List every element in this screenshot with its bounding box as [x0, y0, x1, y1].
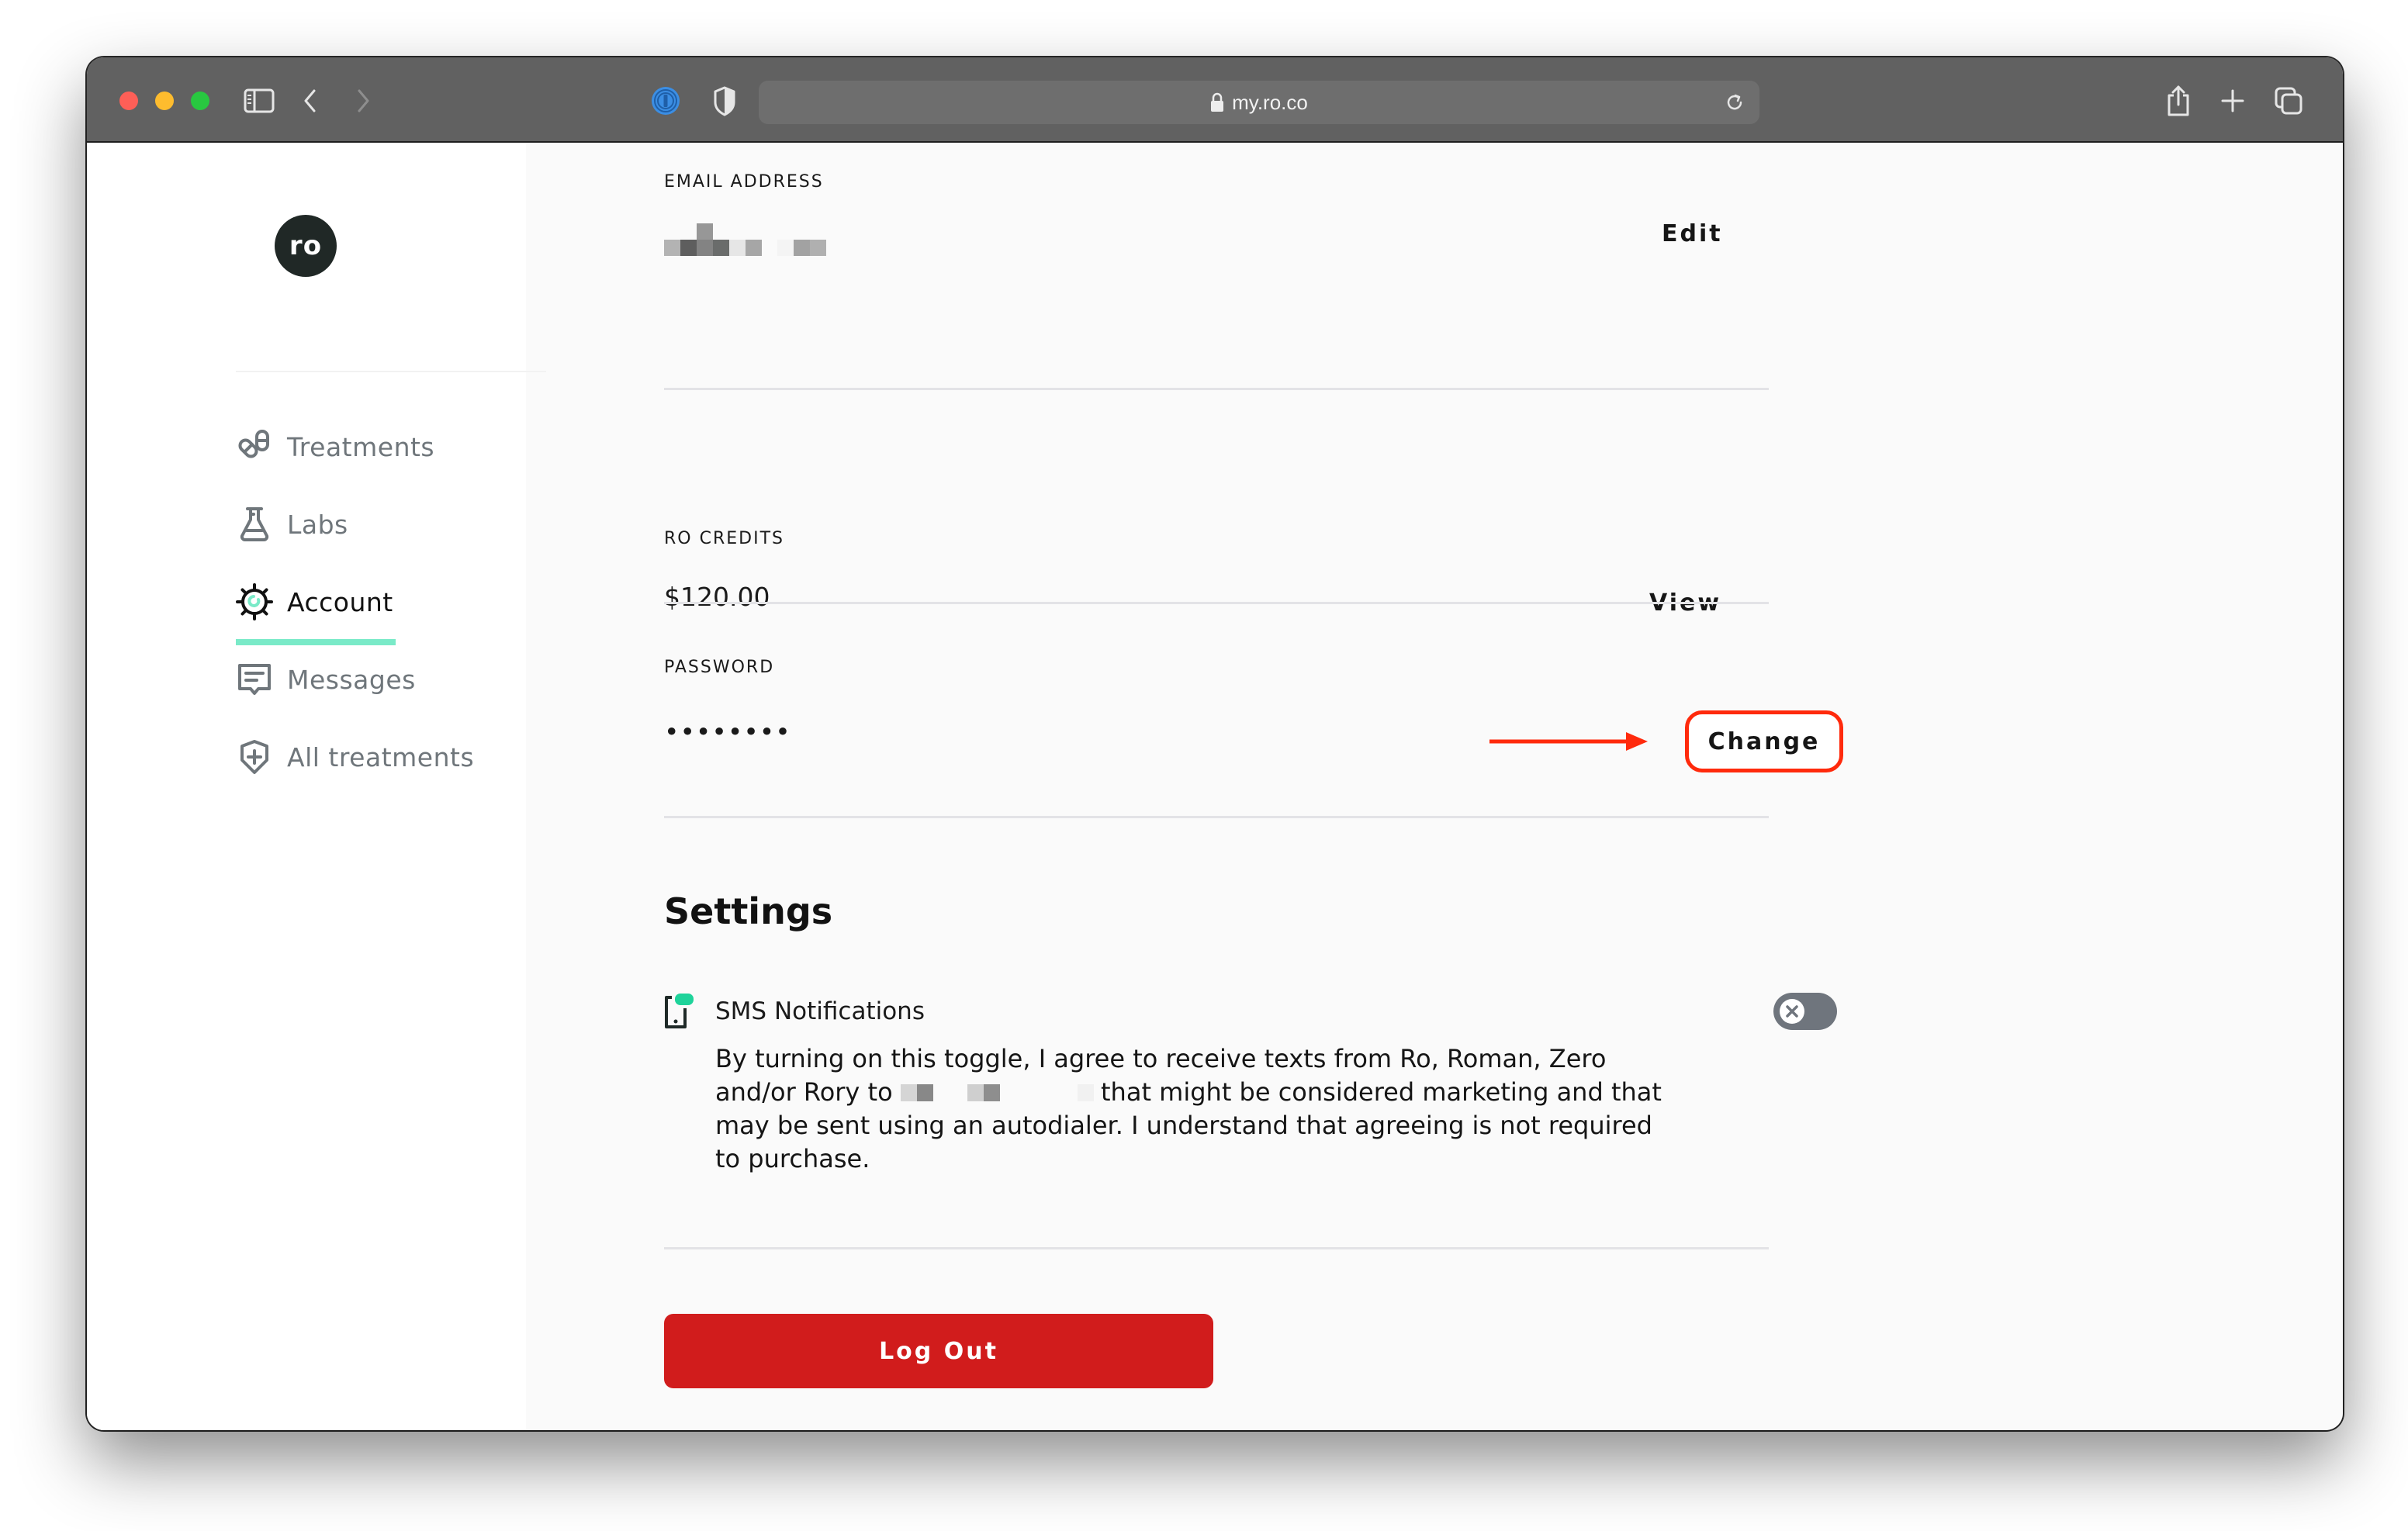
sidebar-icon: [244, 88, 275, 113]
sidebar-item-labs[interactable]: Labs: [236, 501, 348, 548]
sms-notifications-toggle[interactable]: [1773, 993, 1837, 1030]
account-main: EMAIL ADDRESS Edit RO CREDITS $120.00 Vi…: [664, 143, 1843, 1430]
close-icon: [1786, 1005, 1798, 1018]
chevron-right-icon: [358, 89, 369, 112]
tabs-overview-icon: [2275, 87, 2302, 115]
sms-phone-icon: [665, 994, 694, 1028]
sidebar-item-label: All treatments: [287, 741, 475, 772]
settings-heading: Settings: [664, 890, 833, 932]
ro-logo[interactable]: ro: [275, 215, 337, 277]
message-icon: [236, 661, 273, 698]
sidebar-item-label: Treatments: [287, 431, 435, 462]
section-divider: [664, 816, 1769, 818]
sidebar-item-account[interactable]: Account: [236, 579, 393, 625]
reload-icon: [1727, 94, 1742, 110]
share-button[interactable]: [2158, 81, 2199, 121]
address-bar[interactable]: my.ro.co: [759, 81, 1759, 124]
zoom-window-button[interactable]: [191, 92, 209, 110]
toggle-knob: [1780, 999, 1804, 1024]
browser-window: my.ro.co ro Treatments Labs Account Mess…: [87, 57, 2343, 1430]
close-window-button[interactable]: [119, 92, 138, 110]
privacy-report-button[interactable]: [704, 81, 745, 121]
pills-icon: [236, 428, 273, 465]
password-label: PASSWORD: [664, 658, 775, 677]
active-nav-indicator: [236, 639, 396, 645]
email-label: EMAIL ADDRESS: [664, 172, 824, 192]
sidebar-toggle-button[interactable]: [239, 81, 279, 121]
change-password-button[interactable]: Change: [1685, 710, 1843, 772]
email-value-redacted: [664, 223, 835, 256]
forward-button[interactable]: [343, 81, 383, 121]
sidebar-item-treatments[interactable]: Treatments: [236, 423, 434, 470]
tab-overview-button[interactable]: [2268, 81, 2309, 121]
ro-credits-value: $120.00: [664, 582, 770, 612]
section-divider: [664, 602, 1769, 604]
minimize-window-button[interactable]: [155, 92, 174, 110]
sidebar: ro Treatments Labs Account Messages All …: [87, 143, 546, 1430]
shield-icon: [714, 86, 735, 116]
password-value: ••••••••: [664, 717, 791, 747]
1password-icon: [652, 87, 680, 115]
edit-email-button[interactable]: Edit: [1662, 220, 1723, 247]
sidebar-item-all-treatments[interactable]: All treatments: [236, 734, 474, 780]
sms-consent-text: By turning on this toggle, I agree to re…: [715, 1042, 1677, 1176]
section-divider: [664, 388, 1769, 390]
sidebar-divider: [236, 371, 546, 372]
url-text: my.ro.co: [1232, 90, 1308, 114]
lock-icon: [1211, 92, 1224, 112]
section-divider: [664, 1247, 1769, 1249]
plus-icon: [2221, 89, 2244, 112]
sms-notifications-title: SMS Notifications: [715, 997, 925, 1025]
browser-toolbar: my.ro.co: [87, 57, 2343, 143]
share-icon: [2168, 85, 2189, 116]
sidebar-item-messages[interactable]: Messages: [236, 656, 416, 703]
phone-number-redacted: [900, 1084, 1094, 1103]
ro-credits-label: RO CREDITS: [664, 529, 784, 548]
password-manager-button[interactable]: [645, 81, 686, 121]
flask-icon: [236, 506, 273, 543]
shield-plus-icon: [236, 738, 273, 776]
chevron-left-icon: [304, 89, 316, 112]
new-tab-button[interactable]: [2213, 81, 2253, 121]
annotation-arrow-icon: [1489, 732, 1648, 751]
sidebar-item-label: Account: [287, 586, 393, 617]
reload-button[interactable]: [1719, 87, 1750, 118]
back-button[interactable]: [290, 81, 330, 121]
sidebar-item-label: Messages: [287, 664, 416, 695]
gear-icon: [236, 583, 273, 620]
log-out-button[interactable]: Log Out: [664, 1314, 1213, 1388]
sidebar-item-label: Labs: [287, 509, 348, 540]
page-content: ro Treatments Labs Account Messages All …: [87, 143, 2343, 1430]
